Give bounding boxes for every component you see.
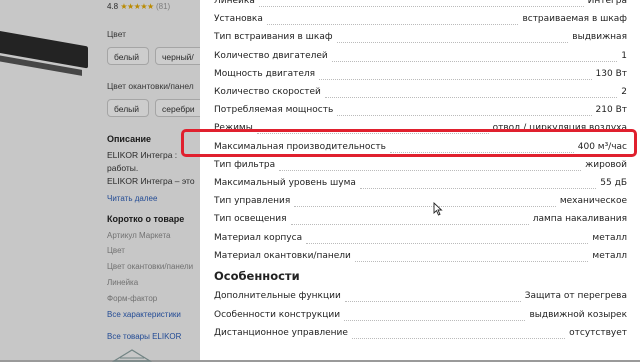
dotted-leader <box>267 23 518 26</box>
color-label: Цвет <box>107 29 127 39</box>
dotted-leader <box>344 319 525 321</box>
spec-row: Максимальный уровень шума 55 дБ <box>214 176 627 192</box>
spec-row-value: 1 <box>621 50 627 61</box>
feature-row: Дополнительные функции Защита от перегрев… <box>214 289 627 305</box>
color-option-white[interactable]: белый <box>107 47 149 65</box>
feature-row: Особенности конструкции выдвижной козырек <box>214 308 627 324</box>
spec-row: Установка встраиваемая в шкаф <box>214 12 627 28</box>
spec-row: Материал окантовки/панели металл <box>214 249 627 265</box>
spec-row-value: механическое <box>559 196 627 207</box>
feature-row-name: Дополнительные функции <box>214 291 341 301</box>
spec-row: Тип фильтра жировой <box>214 158 627 174</box>
spec-row-value: жировой <box>585 159 627 170</box>
all-specs-link[interactable]: Все характеристики <box>107 310 181 319</box>
spec-row-value: Интегра <box>587 0 627 6</box>
dotted-leader <box>337 114 592 117</box>
dotted-leader <box>306 242 588 244</box>
trim-option-white[interactable]: белый <box>107 99 149 117</box>
dotted-leader <box>291 223 529 226</box>
spec-row: Мощность двигателя 130 Вт <box>214 67 627 83</box>
trim-option-silver[interactable]: серебри <box>155 99 205 117</box>
dotted-leader <box>355 260 588 262</box>
spec-row-value: встраиваемая в шкаф <box>522 14 627 25</box>
feature-row-value: Защита от перегрева <box>524 291 627 301</box>
rating[interactable]: 4.8 ★★★★★ (81) <box>107 2 170 11</box>
about-item: Линейка <box>107 278 139 287</box>
dotted-leader <box>360 187 596 189</box>
rating-value: 4.8 <box>107 2 119 11</box>
features-section-title: Особенности <box>214 269 300 283</box>
spec-row: Тип встраивания в шкаф выдвижная <box>214 30 627 46</box>
product-image <box>0 29 92 85</box>
spec-row-name: Установка <box>214 14 263 25</box>
description-heading: Описание <box>107 134 152 144</box>
spec-row: Количество скоростей 2 <box>214 85 627 101</box>
description-line: ELIKOR Интегра : <box>107 150 178 160</box>
spec-row: Тип управления механическое <box>214 194 627 210</box>
about-item: Цвет окантовки/панели <box>107 262 194 271</box>
spec-row: Потребляемая мощность 210 Вт <box>214 103 627 119</box>
dotted-leader <box>325 96 617 98</box>
spec-row-name: Материал корпуса <box>214 232 303 243</box>
dotted-leader <box>279 169 581 171</box>
mouse-pointer-icon <box>433 202 443 216</box>
spec-row-name: Материал окантовки/панели <box>214 250 351 261</box>
spec-row-value: лампа накаливания <box>532 214 627 225</box>
feature-row-value: выдвижной козырек <box>529 309 627 320</box>
dotted-leader <box>319 78 592 80</box>
spec-row-name: Линейка <box>214 0 255 6</box>
rating-count: (81) <box>155 2 171 11</box>
dotted-leader <box>259 5 584 7</box>
dotted-leader <box>337 41 568 44</box>
description-line: ELIKOR Интегра – это <box>107 176 195 186</box>
about-item: Артикул Маркета <box>107 231 171 240</box>
about-item: Цвет <box>107 246 125 255</box>
feature-row-value: отсутствует <box>569 328 627 338</box>
spec-row-name: Количество двигателей <box>214 50 328 61</box>
spec-row-value: металл <box>592 250 627 261</box>
spec-row: Линейка Интегра <box>214 0 627 10</box>
spec-row-value: металл <box>592 232 627 243</box>
spec-row: Тип освещения лампа накаливания <box>214 212 627 228</box>
spec-row: Материал корпуса металл <box>214 231 627 247</box>
spec-row-value: выдвижная <box>572 32 627 43</box>
spec-row: Количество двигателей 1 <box>214 49 627 65</box>
highlight-box <box>181 129 637 157</box>
spec-row-name: Максимальный уровень шума <box>214 178 356 188</box>
spec-row-name: Тип управления <box>214 196 291 207</box>
spec-row-name: Потребляемая мощность <box>214 105 334 116</box>
all-products-link[interactable]: Все товары ELIKOR <box>107 332 181 341</box>
trim-color-label: Цвет окантовки/панел <box>107 81 194 91</box>
about-item: Форм-фактор <box>107 294 158 303</box>
feature-row-name: Дистанционное управление <box>214 328 348 338</box>
spec-row-name: Тип освещения <box>214 214 287 225</box>
dotted-leader <box>345 300 521 302</box>
spec-row-value: 130 Вт <box>595 68 627 79</box>
spec-row-value: 55 дБ <box>600 178 627 188</box>
stars-icon: ★★★★★ <box>120 2 154 11</box>
color-option-black[interactable]: черный/ <box>155 47 205 65</box>
spec-row-value: 210 Вт <box>595 105 627 116</box>
about-heading: Коротко о товаре <box>107 214 185 224</box>
read-more-link[interactable]: Читать далее <box>107 194 157 203</box>
spec-row-name: Тип фильтра <box>214 159 276 170</box>
spec-row-name: Количество скоростей <box>214 87 321 97</box>
spec-row-value: 2 <box>621 87 627 97</box>
spec-row-name: Тип встраивания в шкаф <box>214 32 333 43</box>
spec-row-name: Мощность двигателя <box>214 68 316 79</box>
description-line: работы. <box>107 163 139 173</box>
dotted-leader <box>332 60 617 62</box>
feature-row-name: Особенности конструкции <box>214 309 341 320</box>
dotted-leader <box>294 205 556 208</box>
dotted-leader <box>352 337 565 339</box>
feature-row: Дистанционное управление отсутствует <box>214 326 627 342</box>
